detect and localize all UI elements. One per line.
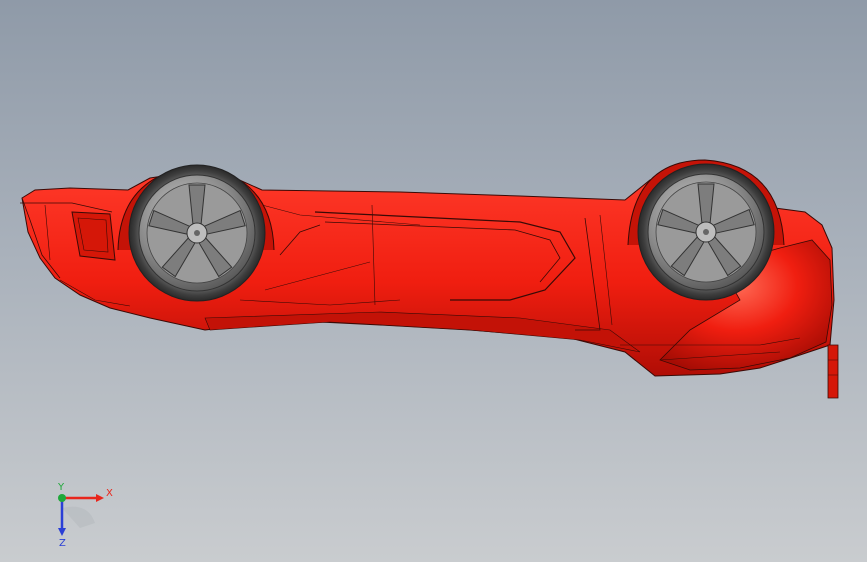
graphics-viewport[interactable]: X Y Z	[0, 0, 867, 562]
y-axis-dot	[58, 494, 66, 502]
x-axis-label: X	[106, 488, 113, 499]
x-axis-head	[96, 494, 104, 502]
front-wheel[interactable]	[128, 164, 266, 302]
car-model[interactable]	[0, 0, 867, 562]
z-axis-label: Z	[59, 538, 66, 548]
z-axis-head	[58, 528, 66, 536]
y-axis-label: Y	[57, 482, 65, 493]
triad-plane	[62, 506, 95, 528]
rear-wheel[interactable]	[637, 163, 775, 301]
reference-triad: X Y Z	[57, 482, 113, 548]
